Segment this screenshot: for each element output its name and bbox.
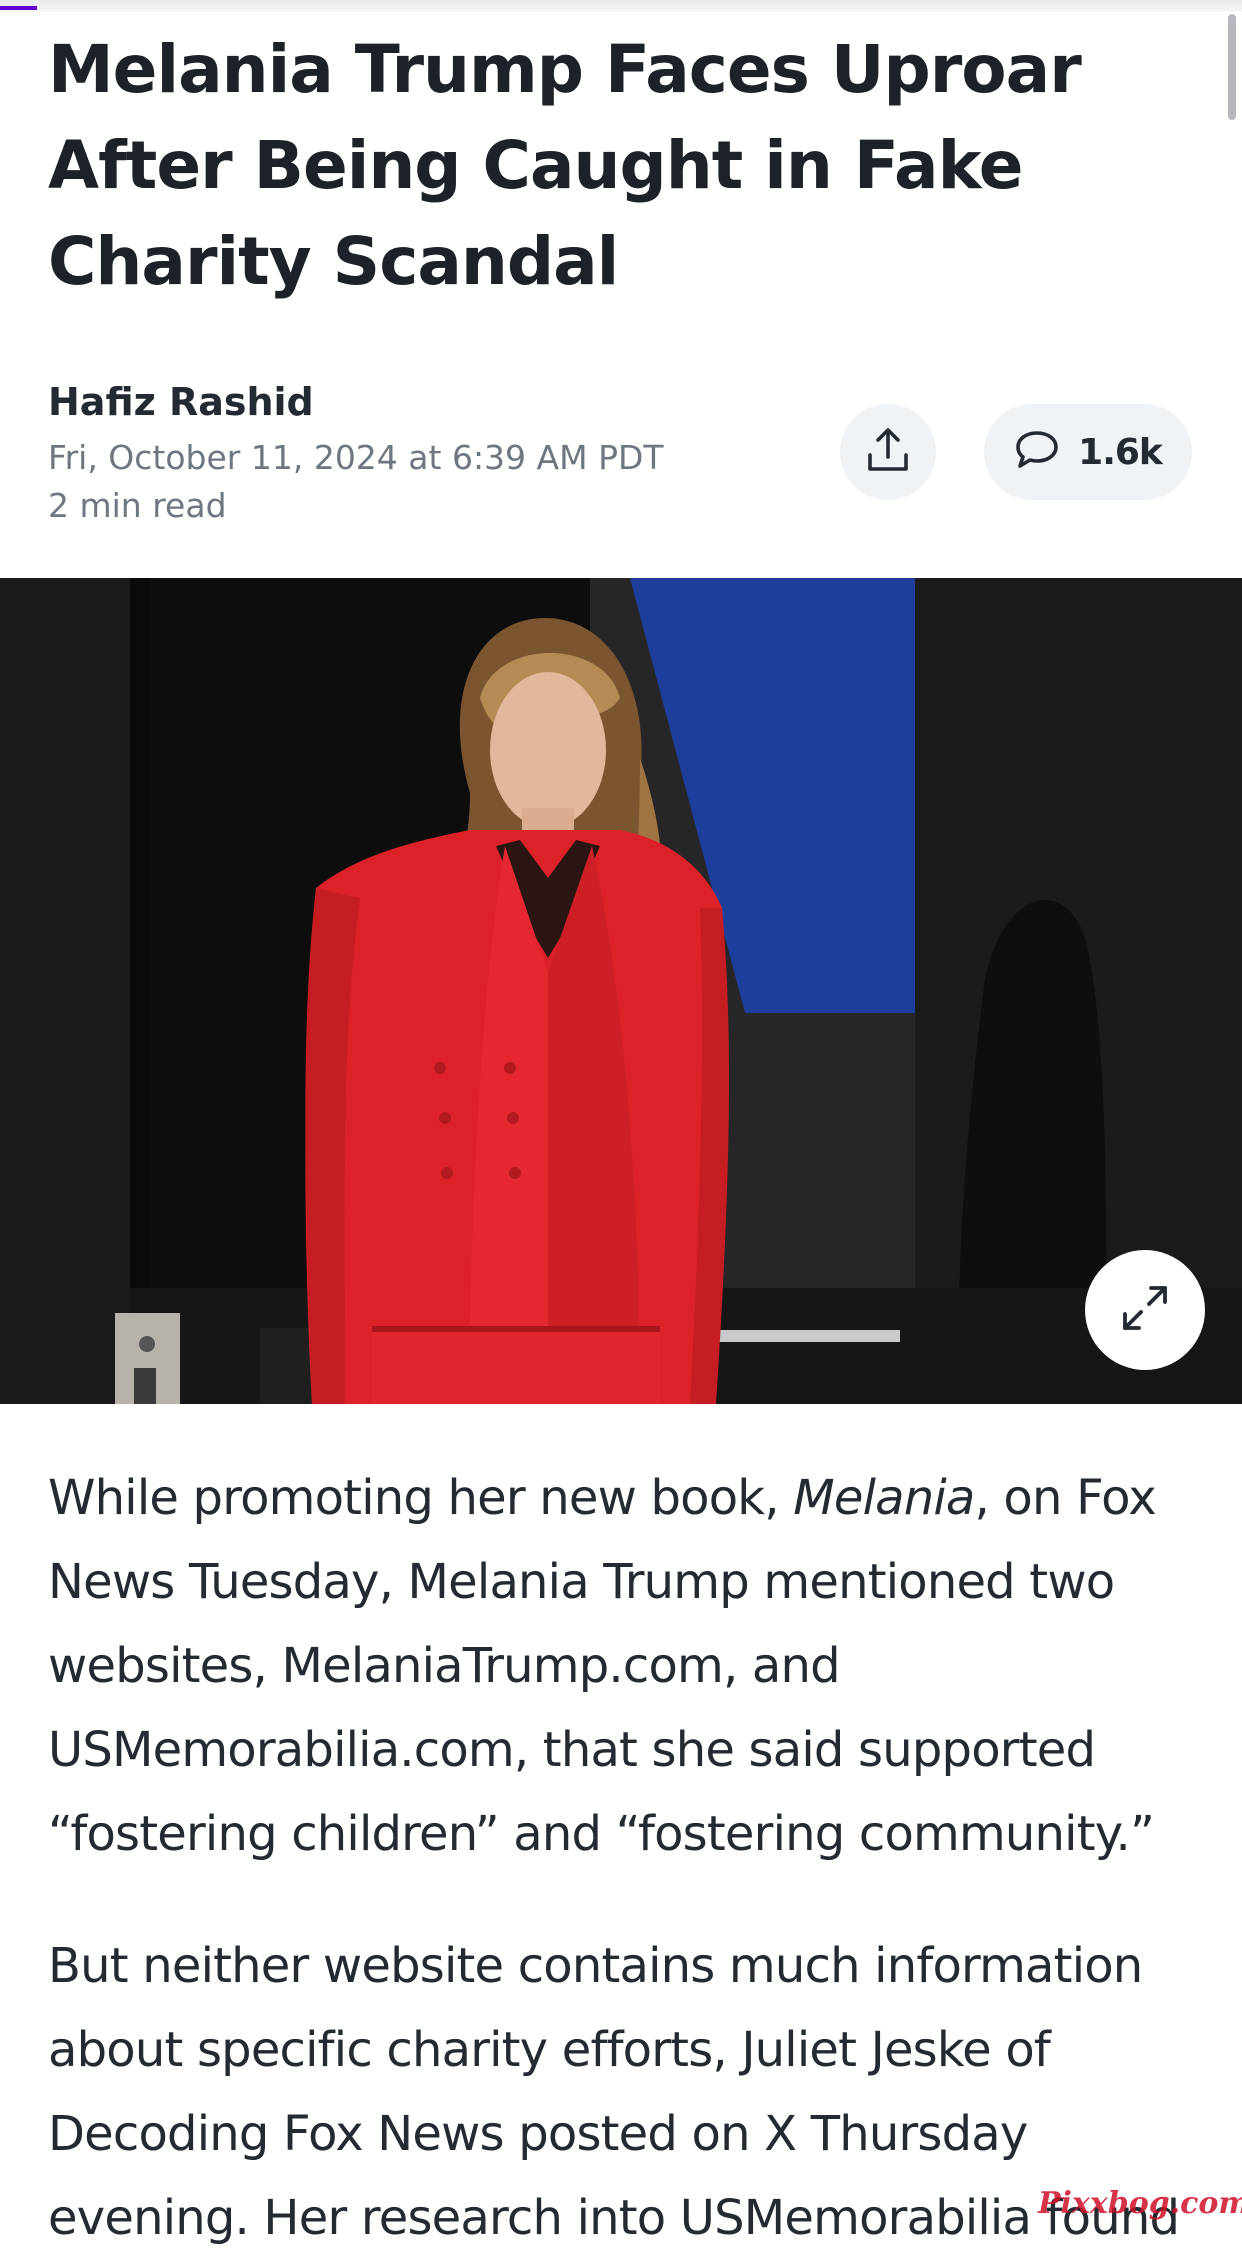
- author-name[interactable]: Hafiz Rashid: [48, 380, 314, 424]
- expand-arrows-icon: [1120, 1283, 1170, 1338]
- article-paragraph-1: While promoting her new book, Melania, o…: [48, 1456, 1198, 1876]
- share-button[interactable]: [840, 404, 936, 500]
- expand-image-button[interactable]: [1085, 1250, 1205, 1370]
- reading-progress-bar: [0, 6, 38, 10]
- speech-bubble-icon: [1014, 429, 1060, 476]
- p1-text-end: , on Fox News Tuesday, Melania Trump men…: [48, 1470, 1157, 1862]
- p1-text-start: While promoting her new book,: [48, 1470, 794, 1526]
- share-upload-icon: [866, 427, 910, 478]
- browser-top-bar: [0, 0, 1242, 12]
- read-time: 2 min read: [48, 486, 227, 525]
- article-paragraph-2: But neither website contains much inform…: [48, 1938, 1180, 2246]
- comment-count: 1.6k: [1078, 431, 1163, 473]
- page-scrollbar[interactable]: [1228, 14, 1236, 120]
- publish-date: Fri, October 11, 2024 at 6:39 AM PDT: [48, 438, 664, 477]
- book-title: Melania: [793, 1470, 975, 1526]
- article-headline: Melania Trump Faces Uproar After Being C…: [48, 31, 1082, 300]
- watermark: Pixxbog.com: [1038, 2186, 1242, 2221]
- hero-image[interactable]: [0, 578, 1242, 1404]
- comments-button[interactable]: 1.6k: [984, 404, 1192, 500]
